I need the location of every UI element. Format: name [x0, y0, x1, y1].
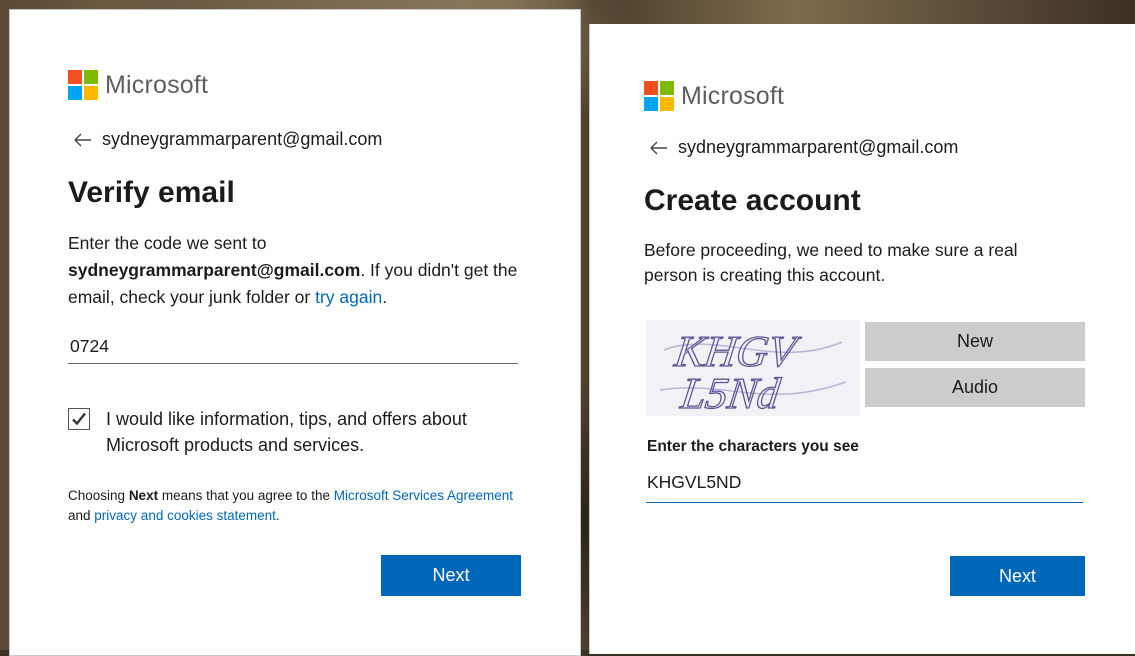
microsoft-logo-icon [68, 70, 98, 100]
next-button[interactable]: Next [381, 555, 521, 596]
code-input[interactable] [68, 336, 518, 364]
microsoft-logo: Microsoft [644, 81, 784, 111]
legal-notice: Choosing Next means that you agree to th… [68, 488, 514, 523]
try-again-link[interactable]: try again [315, 287, 382, 307]
captcha-text-line2: L5Nd [677, 369, 784, 416]
audio-captcha-button[interactable]: Audio [865, 368, 1085, 407]
microsoft-wordmark: Microsoft [105, 70, 209, 99]
microsoft-logo: Microsoft [68, 70, 208, 100]
microsoft-wordmark: Microsoft [681, 81, 785, 110]
captcha-input[interactable] [646, 472, 1083, 503]
services-agreement-link[interactable]: Microsoft Services Agreement [334, 488, 513, 503]
marketing-optin-row: I would like information, tips, and offe… [68, 406, 506, 458]
marketing-label: I would like information, tips, and offe… [106, 409, 467, 455]
identity-banner[interactable]: sydneygrammarparent@gmail.com [650, 137, 958, 158]
sent-to-email: sydneygrammarparent@gmail.com [68, 260, 361, 280]
identity-email: sydneygrammarparent@gmail.com [678, 137, 959, 157]
page-title: Create account [644, 184, 861, 217]
new-captcha-button[interactable]: New [865, 322, 1085, 361]
back-arrow-icon[interactable] [74, 133, 92, 147]
back-arrow-icon[interactable] [650, 141, 668, 155]
identity-banner[interactable]: sydneygrammarparent@gmail.com [74, 129, 382, 150]
privacy-statement-link[interactable]: privacy and cookies statement [94, 508, 276, 523]
verify-description: Enter the code we sent to sydneygrammarp… [68, 233, 518, 307]
captcha-image: KHGV L5Nd [646, 320, 860, 419]
identity-email: sydneygrammarparent@gmail.com [102, 129, 383, 149]
captcha-field-label: Enter the characters you see [647, 438, 859, 455]
marketing-checkbox[interactable] [68, 408, 90, 430]
next-button[interactable]: Next [950, 556, 1085, 596]
captcha-description: Before proceeding, we need to make sure … [644, 240, 1018, 285]
checkmark-icon [72, 412, 86, 426]
microsoft-logo-icon [644, 81, 674, 111]
verify-email-dialog: Microsoft sydneygrammarparent@gmail.com … [9, 9, 581, 656]
page-title: Verify email [68, 176, 235, 209]
create-account-dialog: Microsoft sydneygrammarparent@gmail.com … [589, 24, 1135, 654]
